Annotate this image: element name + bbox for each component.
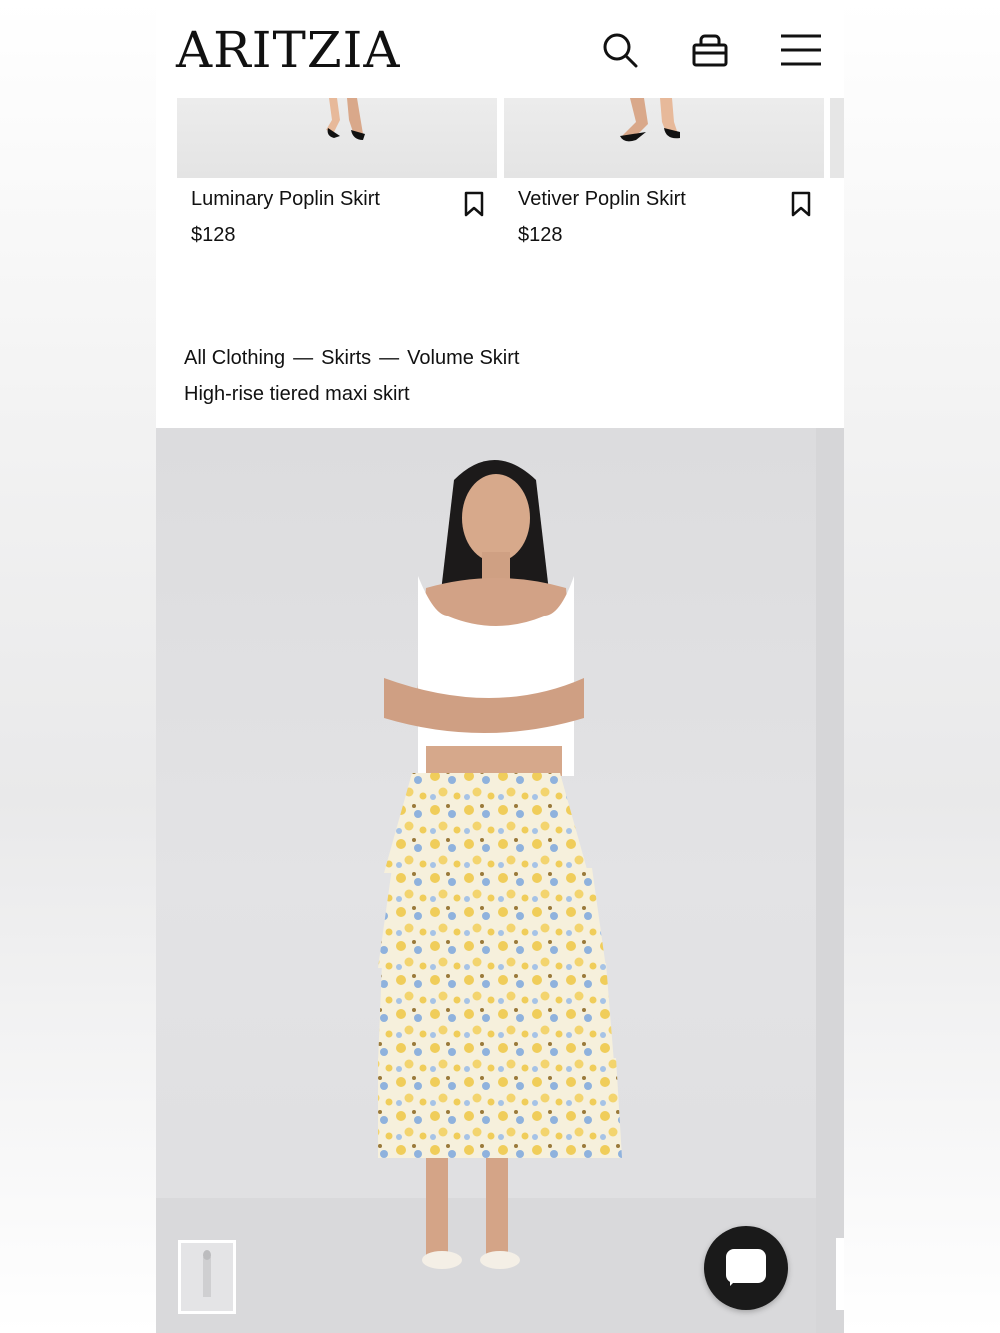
- model-photo: [156, 460, 816, 1333]
- product-card-peek[interactable]: [830, 98, 844, 178]
- aritzia-logo[interactable]: ARITZIA: [176, 22, 400, 78]
- breadcrumb: All Clothing — Skirts — Volume Skirt: [184, 347, 519, 370]
- chat-icon-tail: [730, 1278, 738, 1286]
- image-thumbnail[interactable]: [178, 1240, 236, 1314]
- product-image[interactable]: [504, 98, 824, 178]
- bag-icon[interactable]: [688, 28, 732, 72]
- thumbnail-preview: [203, 1250, 211, 1297]
- next-image-peek[interactable]: [816, 428, 844, 1333]
- breadcrumb-volume-skirt[interactable]: Volume Skirt: [407, 347, 519, 369]
- chat-button[interactable]: [704, 1226, 788, 1310]
- breadcrumb-separator: —: [379, 347, 400, 369]
- product-card[interactable]: Luminary Poplin Skirt $128: [177, 98, 497, 298]
- product-hero-image[interactable]: [156, 428, 816, 1333]
- product-card[interactable]: Vetiver Poplin Skirt $128: [504, 98, 824, 298]
- thumbnail-peek[interactable]: [836, 1238, 844, 1310]
- breadcrumb-all-clothing[interactable]: All Clothing: [184, 347, 285, 369]
- product-name[interactable]: Vetiver Poplin Skirt: [518, 188, 686, 211]
- site-header: ARITZIA: [156, 0, 844, 98]
- product-price: $128: [191, 224, 236, 246]
- breadcrumb-separator: —: [293, 347, 314, 369]
- bookmark-icon[interactable]: [463, 191, 485, 217]
- feet-illustration: [326, 98, 365, 140]
- search-icon[interactable]: [598, 28, 642, 72]
- recommended-products: Luminary Poplin Skirt $128 Vetiver Popli…: [156, 98, 844, 328]
- product-name[interactable]: Luminary Poplin Skirt: [191, 188, 380, 211]
- bookmark-icon[interactable]: [790, 191, 812, 217]
- product-price: $128: [518, 224, 563, 246]
- app-frame: ARITZIA Luminary Poplin Skirt $128 Vetiv…: [156, 0, 844, 1333]
- product-subtitle: High-rise tiered maxi skirt: [184, 383, 410, 405]
- product-image[interactable]: [177, 98, 497, 178]
- feet-illustration: [620, 98, 680, 142]
- breadcrumb-skirts[interactable]: Skirts: [321, 347, 371, 369]
- menu-icon[interactable]: [778, 28, 822, 72]
